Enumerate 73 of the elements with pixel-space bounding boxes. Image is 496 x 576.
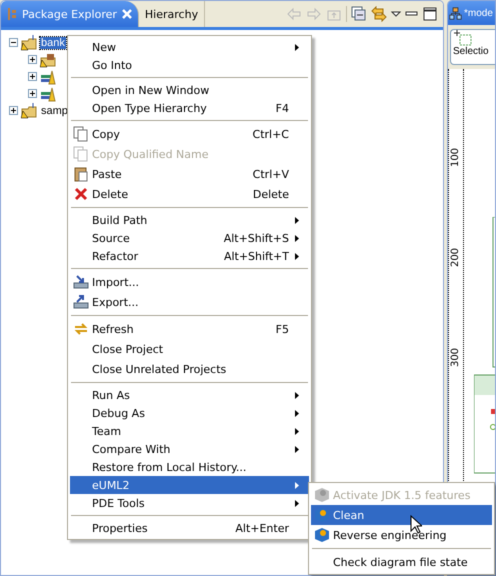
selection-tool[interactable]: Selectio	[450, 29, 495, 65]
menu-item[interactable]: Copy Ctrl+C	[70, 124, 309, 144]
menu-item[interactable]: Check diagram file state	[311, 552, 492, 572]
delete-icon	[73, 186, 89, 202]
tree-item[interactable]: bank	[40, 36, 66, 48]
menu-item[interactable]: Go Into	[70, 56, 309, 74]
export-icon	[73, 294, 89, 310]
selection-icon	[453, 30, 473, 46]
menu-item[interactable]: Paste Ctrl+V	[70, 164, 309, 184]
menu-item[interactable]: Build Path	[70, 211, 309, 229]
copy-icon	[73, 146, 89, 162]
menu-item[interactable]: Refresh F5	[70, 319, 309, 339]
menu-item[interactable]: Compare With	[70, 440, 309, 458]
library-icon	[40, 68, 56, 84]
submenu-arrow-icon	[295, 252, 299, 260]
cube-icon	[314, 507, 330, 523]
import-icon	[73, 274, 89, 290]
submenu-arrow-icon	[295, 500, 299, 506]
ruler-label: 300	[450, 347, 462, 367]
menu-item[interactable]: Close Unrelated Projects	[70, 359, 309, 379]
menu-item[interactable]: New	[70, 38, 309, 56]
ruler-label: 100	[450, 147, 462, 167]
submenu-arrow-icon	[295, 234, 299, 242]
menu-item[interactable]: Export...	[70, 292, 309, 312]
collapse-all-icon[interactable]	[351, 6, 367, 22]
package-explorer-icon	[7, 8, 17, 20]
submenu-arrow-icon	[295, 216, 299, 224]
menu-item[interactable]: Run As	[70, 386, 309, 404]
menu-item[interactable]: Close Project	[70, 339, 309, 359]
view-tab[interactable]: Hierarchy	[138, 1, 206, 27]
submenu-arrow-icon	[295, 392, 299, 398]
cube-icon	[314, 487, 330, 503]
link-arrows-icon[interactable]	[371, 6, 387, 22]
submenu-arrow-icon	[295, 482, 299, 488]
menu-item[interactable]: Delete Delete	[70, 184, 309, 204]
diagram-icon	[449, 6, 462, 20]
menu-item[interactable]: Import...	[70, 272, 309, 292]
menu-item[interactable]: Debug As	[70, 404, 309, 422]
minimize-icon[interactable]	[405, 11, 419, 17]
cube-icon	[314, 527, 330, 543]
menu-item[interactable]: PDE Tools	[70, 494, 309, 512]
submenu-arrow-icon	[295, 44, 299, 50]
menu-item[interactable]: Source Alt+Shift+S	[70, 229, 309, 247]
expand-icon[interactable]	[28, 72, 37, 81]
maximize-icon[interactable]	[423, 7, 437, 21]
submenu-arrow-icon	[295, 410, 299, 416]
close-icon[interactable]	[122, 9, 132, 19]
menu-item[interactable]: Restore from Local History...	[70, 458, 309, 476]
submenu-arrow-icon	[295, 428, 299, 434]
library-icon	[40, 86, 56, 102]
collapse-icon[interactable]	[9, 38, 18, 47]
tree-item[interactable]: samp	[40, 104, 69, 116]
package-icon	[40, 52, 56, 68]
submenu-arrow-icon	[295, 446, 299, 452]
refresh-icon	[73, 321, 89, 337]
clipboard-icon	[73, 166, 89, 182]
folder-icon	[21, 34, 37, 50]
menu-item[interactable]: eUML2	[70, 476, 309, 494]
menu-item[interactable]: Team	[70, 422, 309, 440]
menu-item[interactable]: Properties Alt+Enter	[70, 519, 309, 537]
expand-icon[interactable]	[9, 106, 18, 115]
expand-icon[interactable]	[28, 55, 37, 64]
expand-icon[interactable]	[28, 89, 37, 98]
menu-item[interactable]: Reverse engineering	[311, 525, 492, 545]
copy-icon	[73, 126, 89, 142]
view-menu-icon[interactable]	[391, 11, 401, 17]
menu-item[interactable]: Clean	[311, 505, 492, 525]
menu-item[interactable]: Refactor Alt+Shift+T	[70, 247, 309, 265]
ruler-label: 200	[450, 247, 462, 267]
menu-item[interactable]: Open in New Window	[70, 81, 309, 99]
folder-icon	[21, 102, 37, 118]
menu-item[interactable]: Open Type Hierarchy F4	[70, 99, 309, 117]
view-tab[interactable]: Package Explorer	[1, 1, 139, 27]
